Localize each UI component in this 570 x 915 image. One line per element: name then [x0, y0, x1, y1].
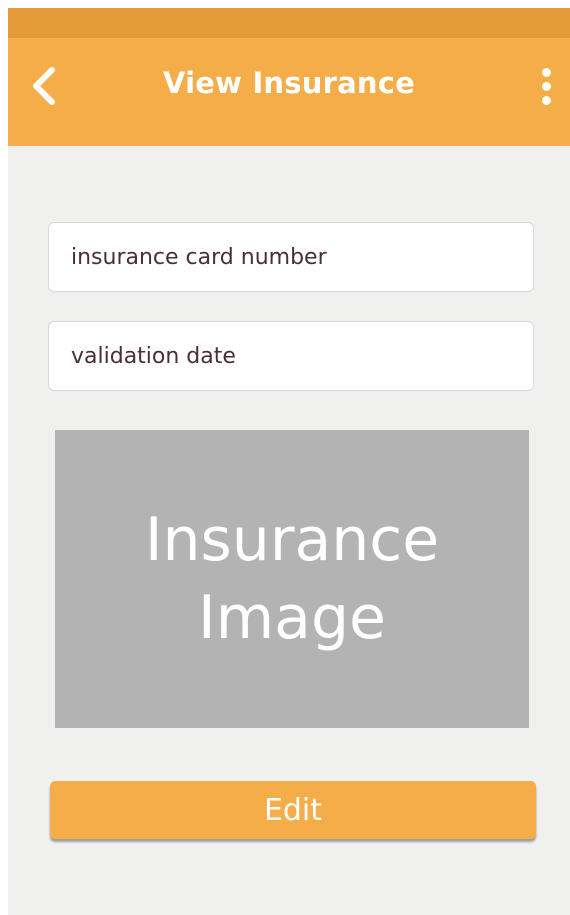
- status-bar: [8, 8, 570, 38]
- edit-button[interactable]: Edit: [50, 781, 536, 839]
- app-bar: View Insurance: [8, 38, 570, 146]
- insurance-image-label: Insurance Image: [144, 505, 440, 653]
- more-menu-button[interactable]: [536, 68, 556, 112]
- edit-button-label: Edit: [263, 792, 323, 828]
- validation-date-placeholder: validation date: [71, 343, 236, 369]
- insurance-card-number-placeholder: insurance card number: [71, 244, 327, 270]
- validation-date-field[interactable]: validation date: [48, 321, 534, 391]
- more-vertical-icon: [536, 68, 556, 105]
- page-title: View Insurance: [163, 66, 415, 100]
- insurance-image-placeholder[interactable]: Insurance Image: [55, 430, 529, 728]
- insurance-card-number-field[interactable]: insurance card number: [48, 222, 534, 292]
- app-screen: View Insurance insurance card number val…: [8, 8, 570, 915]
